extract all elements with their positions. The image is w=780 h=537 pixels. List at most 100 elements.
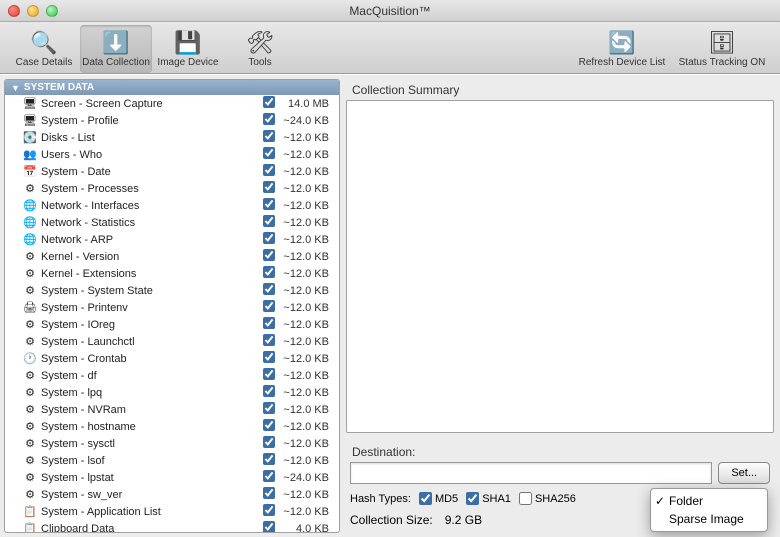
- system-row[interactable]: 🖥Screen - Screen Capture14.0 MB: [5, 95, 339, 112]
- row-icon: ⚙: [23, 250, 37, 264]
- system-row[interactable]: 💽Disks - List~12.0 KB: [5, 129, 339, 146]
- destination-input[interactable]: [350, 462, 712, 484]
- row-icon: 🖨: [23, 301, 37, 315]
- row-checkbox[interactable]: [263, 283, 275, 295]
- magnifier-icon: 🔍: [30, 29, 58, 57]
- row-checkbox[interactable]: [263, 419, 275, 431]
- row-label: System - Launchctl: [41, 336, 261, 348]
- destination-type-popup: Folder Sparse Image: [650, 488, 768, 532]
- system-row[interactable]: 🌐Network - ARP~12.0 KB: [5, 231, 339, 248]
- sha256-checkbox[interactable]: SHA256: [519, 492, 576, 505]
- row-checkbox[interactable]: [263, 147, 275, 159]
- row-checkbox[interactable]: [263, 334, 275, 346]
- row-checkbox[interactable]: [263, 436, 275, 448]
- row-checkbox[interactable]: [263, 521, 275, 533]
- row-label: System - NVRam: [41, 404, 261, 416]
- md5-checkbox[interactable]: MD5: [419, 492, 458, 505]
- row-checkbox[interactable]: [263, 96, 275, 108]
- row-checkbox[interactable]: [263, 181, 275, 193]
- system-row[interactable]: ⚙System - Launchctl~12.0 KB: [5, 333, 339, 350]
- system-row[interactable]: ⚙System - sw_ver~12.0 KB: [5, 486, 339, 503]
- row-checkbox[interactable]: [263, 198, 275, 210]
- row-icon: ⚙: [23, 369, 37, 383]
- system-row[interactable]: 🌐Network - Statistics~12.0 KB: [5, 214, 339, 231]
- row-size: ~12.0 KB: [277, 455, 335, 467]
- system-row[interactable]: 🖨System - Printenv~12.0 KB: [5, 299, 339, 316]
- row-label: System - IOreg: [41, 319, 261, 331]
- row-size: ~12.0 KB: [277, 438, 335, 450]
- system-row[interactable]: ⚙System - System State~12.0 KB: [5, 282, 339, 299]
- row-checkbox[interactable]: [263, 385, 275, 397]
- minimize-icon[interactable]: [27, 5, 39, 17]
- row-label: Kernel - Extensions: [41, 268, 261, 280]
- system-row[interactable]: 🌐Network - Interfaces~12.0 KB: [5, 197, 339, 214]
- tools-button[interactable]: 🛠 Tools: [224, 25, 296, 73]
- refresh-device-list-button[interactable]: 🔄 Refresh Device List: [572, 25, 672, 73]
- row-checkbox[interactable]: [263, 368, 275, 380]
- system-row[interactable]: ⚙System - lpq~12.0 KB: [5, 384, 339, 401]
- row-checkbox[interactable]: [263, 317, 275, 329]
- toolbar: 🔍 Case Details ⬇️ Data Collection 💾 Imag…: [0, 22, 780, 74]
- zoom-icon[interactable]: [46, 5, 58, 17]
- row-label: System - df: [41, 370, 261, 382]
- sha1-checkbox[interactable]: SHA1: [466, 492, 511, 505]
- system-row[interactable]: ⚙System - sysctl~12.0 KB: [5, 435, 339, 452]
- row-checkbox[interactable]: [263, 402, 275, 414]
- system-row[interactable]: 📋Clipboard Data4.0 KB: [5, 520, 339, 533]
- row-checkbox[interactable]: [263, 266, 275, 278]
- system-row[interactable]: ⚙Kernel - Extensions~12.0 KB: [5, 265, 339, 282]
- system-row[interactable]: ⚙System - hostname~12.0 KB: [5, 418, 339, 435]
- system-row[interactable]: 👥Users - Who~12.0 KB: [5, 146, 339, 163]
- toolbar-label: Refresh Device List: [579, 57, 666, 68]
- row-checkbox[interactable]: [263, 351, 275, 363]
- main-content: ▼ SYSTEM DATA 🖥Screen - Screen Capture14…: [0, 74, 780, 537]
- row-checkbox[interactable]: [263, 113, 275, 125]
- row-size: ~12.0 KB: [277, 200, 335, 212]
- system-row[interactable]: ⚙System - NVRam~12.0 KB: [5, 401, 339, 418]
- set-destination-button[interactable]: Set...: [718, 462, 770, 484]
- row-checkbox[interactable]: [263, 164, 275, 176]
- row-checkbox[interactable]: [263, 215, 275, 227]
- row-checkbox[interactable]: [263, 232, 275, 244]
- row-checkbox[interactable]: [263, 470, 275, 482]
- row-checkbox[interactable]: [263, 300, 275, 312]
- row-checkbox[interactable]: [263, 249, 275, 261]
- system-row[interactable]: ⚙System - IOreg~12.0 KB: [5, 316, 339, 333]
- row-size: ~12.0 KB: [277, 506, 335, 518]
- case-details-button[interactable]: 🔍 Case Details: [8, 25, 80, 73]
- database-icon: 🗄: [708, 29, 736, 57]
- data-collection-button[interactable]: ⬇️ Data Collection: [80, 25, 152, 73]
- image-device-button[interactable]: 💾 Image Device: [152, 25, 224, 73]
- popup-item-folder[interactable]: Folder: [651, 492, 767, 510]
- status-tracking-button[interactable]: 🗄 Status Tracking ON: [672, 25, 772, 73]
- system-row[interactable]: 📅System - Date~12.0 KB: [5, 163, 339, 180]
- system-row[interactable]: 🖥System - Profile~24.0 KB: [5, 112, 339, 129]
- system-row[interactable]: ⚙System - lsof~12.0 KB: [5, 452, 339, 469]
- left-pane: ▼ SYSTEM DATA 🖥Screen - Screen Capture14…: [4, 79, 340, 533]
- row-checkbox[interactable]: [263, 130, 275, 142]
- close-icon[interactable]: [8, 5, 20, 17]
- row-checkbox[interactable]: [263, 504, 275, 516]
- system-row[interactable]: 🕐System - Crontab~12.0 KB: [5, 350, 339, 367]
- right-pane: Collection Summary Destination: Set... H…: [346, 79, 774, 533]
- row-size: ~12.0 KB: [277, 404, 335, 416]
- row-size: ~12.0 KB: [277, 132, 335, 144]
- row-label: System - Crontab: [41, 353, 261, 365]
- download-box-icon: ⬇️: [102, 29, 130, 57]
- window-title: MacQuisition™: [0, 4, 780, 18]
- system-row[interactable]: ⚙System - df~12.0 KB: [5, 367, 339, 384]
- system-row[interactable]: ⚙System - Processes~12.0 KB: [5, 180, 339, 197]
- group-label: SYSTEM DATA: [24, 82, 94, 93]
- popup-item-sparse[interactable]: Sparse Image: [651, 510, 767, 528]
- system-row[interactable]: ⚙Kernel - Version~12.0 KB: [5, 248, 339, 265]
- window-controls: [8, 5, 58, 17]
- row-checkbox[interactable]: [263, 487, 275, 499]
- row-label: System - Date: [41, 166, 261, 178]
- system-row[interactable]: 📋System - Application List~12.0 KB: [5, 503, 339, 520]
- system-row[interactable]: ⚙System - lpstat~24.0 KB: [5, 469, 339, 486]
- row-size: ~12.0 KB: [277, 302, 335, 314]
- row-checkbox[interactable]: [263, 453, 275, 465]
- system-data-header[interactable]: ▼ SYSTEM DATA: [5, 80, 339, 95]
- destination-label: Destination:: [352, 445, 774, 459]
- row-label: System - sw_ver: [41, 489, 261, 501]
